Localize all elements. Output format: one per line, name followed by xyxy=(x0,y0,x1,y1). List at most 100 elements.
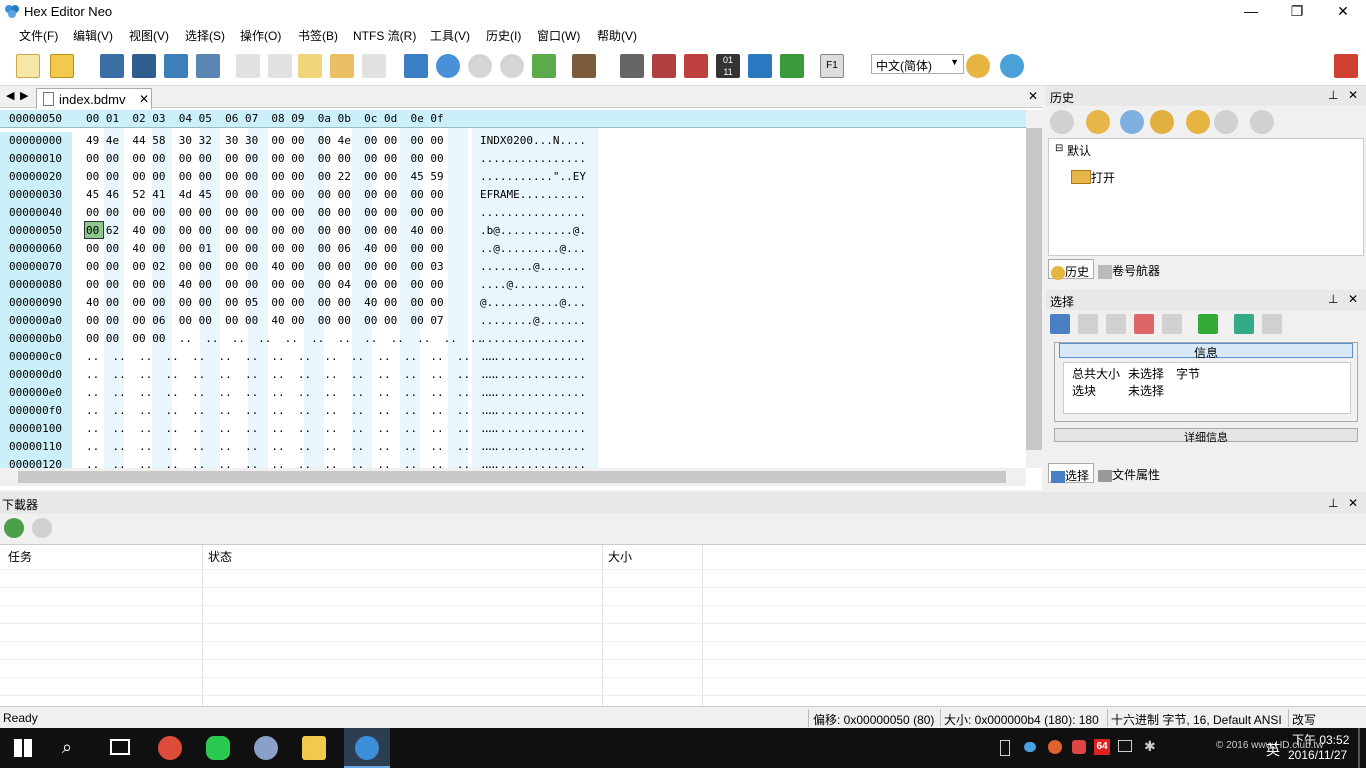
row-ascii[interactable]: ................ xyxy=(480,384,586,402)
tab-file-properties[interactable]: 文件属性 xyxy=(1096,463,1176,483)
tab-left-arrow-icon[interactable]: ◀ xyxy=(6,89,14,102)
row-ascii[interactable]: ................ xyxy=(480,330,586,348)
row-hex[interactable]: 00 00 00 00 40 00 00 00 00 00 00 04 00 0… xyxy=(86,276,444,294)
tray-app2-icon[interactable] xyxy=(1072,740,1086,754)
row-ascii[interactable]: ................ xyxy=(480,420,586,438)
tab-history[interactable]: 历史 xyxy=(1048,259,1094,280)
select-export-icon[interactable] xyxy=(1262,314,1282,334)
show-desktop[interactable] xyxy=(1358,728,1360,768)
tab-close-icon[interactable]: ✕ xyxy=(139,92,149,106)
tab-selection[interactable]: 选择 xyxy=(1048,463,1094,483)
pin-icon[interactable]: ⊥ xyxy=(1328,88,1338,102)
row-ascii[interactable]: ................ xyxy=(480,402,586,420)
select-pattern-icon[interactable] xyxy=(1162,314,1182,334)
download-remove-icon[interactable] xyxy=(32,518,52,538)
paint-icon[interactable] xyxy=(254,736,278,760)
globe-add-icon[interactable] xyxy=(966,54,990,78)
select-all-icon[interactable] xyxy=(1050,314,1070,334)
history-item-open[interactable]: 打开 xyxy=(1091,169,1115,186)
open-folder-icon[interactable] xyxy=(50,54,74,78)
tree-collapse-icon[interactable]: ⊟ xyxy=(1055,143,1063,154)
select-import-icon[interactable] xyxy=(1234,314,1254,334)
monitor-icon[interactable] xyxy=(1118,740,1132,752)
structure-icon[interactable] xyxy=(684,54,708,78)
bluetooth-icon[interactable]: ✱ xyxy=(1144,738,1156,755)
goto-icon[interactable] xyxy=(404,54,428,78)
tray-badge-64[interactable]: 64 xyxy=(1094,739,1110,755)
row-hex[interactable]: 00 00 00 00 00 00 00 00 00 00 00 00 00 0… xyxy=(86,204,444,222)
tab-index-bdmv[interactable]: index.bdmv ✕ xyxy=(36,88,152,109)
row-ascii[interactable]: INDX0200...N.... xyxy=(480,132,586,150)
tab-close-all-icon[interactable]: ✕ xyxy=(1028,89,1038,103)
columns-icon[interactable] xyxy=(572,54,596,78)
menu-view[interactable]: 视图(V) xyxy=(129,27,169,44)
tab-right-arrow-icon[interactable]: ▶ xyxy=(20,89,28,102)
select-check-icon[interactable] xyxy=(1198,314,1218,334)
history-back-icon[interactable] xyxy=(1050,110,1074,134)
row-hex[interactable]: 40 00 00 00 00 00 00 05 00 00 00 00 40 0… xyxy=(86,294,444,312)
maximize-button[interactable]: ❐ xyxy=(1274,0,1320,24)
tray-app-icon[interactable] xyxy=(1048,740,1062,754)
history-tree[interactable]: ⊟ 默认 打开 xyxy=(1048,138,1364,256)
horizontal-scrollbar[interactable] xyxy=(0,468,1026,486)
menu-bookmark[interactable]: 书签(B) xyxy=(298,27,338,44)
history-branch-icon[interactable] xyxy=(1120,110,1144,134)
select-none-icon[interactable] xyxy=(1078,314,1098,334)
row-hex[interactable]: 00 00 40 00 00 01 00 00 00 00 00 06 40 0… xyxy=(86,240,444,258)
scroll-thumb[interactable] xyxy=(1026,128,1042,450)
copy-icon[interactable] xyxy=(362,54,386,78)
row-ascii[interactable]: ..........."..EY xyxy=(480,168,586,186)
undo-icon[interactable] xyxy=(236,54,260,78)
menu-history[interactable]: 历史(I) xyxy=(486,27,521,44)
menu-file[interactable]: 文件(F) xyxy=(19,27,58,44)
history-clock-icon[interactable] xyxy=(1086,110,1110,134)
binary-icon[interactable]: 01 11 xyxy=(716,54,740,78)
row-hex[interactable]: .. .. .. .. .. .. .. .. .. .. .. .. .. .… xyxy=(86,384,497,402)
save-icon[interactable] xyxy=(100,54,124,78)
language-select[interactable]: 中文(简体) ▼ xyxy=(871,54,964,74)
history-remove-icon[interactable] xyxy=(1214,110,1238,134)
file-explorer-icon[interactable] xyxy=(302,736,326,760)
row-ascii[interactable]: ................ xyxy=(480,438,586,456)
start-icon[interactable] xyxy=(14,739,32,757)
row-hex[interactable]: 00 00 00 00 .. .. .. .. .. .. .. .. .. .… xyxy=(86,330,483,348)
app-brand-icon[interactable] xyxy=(1334,54,1358,78)
save-as-icon[interactable] xyxy=(132,54,156,78)
row-ascii[interactable]: ........@....... xyxy=(480,312,586,330)
menu-tools[interactable]: 工具(V) xyxy=(430,27,470,44)
replace-icon[interactable] xyxy=(500,54,524,78)
menu-edit[interactable]: 编辑(V) xyxy=(73,27,113,44)
column-status[interactable]: 状态 xyxy=(208,548,232,565)
row-ascii[interactable]: ................ xyxy=(480,348,586,366)
row-ascii[interactable]: .b@...........@. xyxy=(480,222,586,240)
menu-select[interactable]: 选择(S) xyxy=(185,27,225,44)
history-sync-icon[interactable] xyxy=(1150,110,1174,134)
row-hex[interactable]: 45 46 52 41 4d 45 00 00 00 00 00 00 00 0… xyxy=(86,186,444,204)
panel-close-icon[interactable]: ✕ xyxy=(1348,88,1358,102)
menu-operation[interactable]: 操作(O) xyxy=(240,27,281,44)
line-icon[interactable] xyxy=(206,736,230,760)
chrome-icon[interactable] xyxy=(158,736,182,760)
column-size[interactable]: 大小 xyxy=(608,548,632,565)
clock-date[interactable]: 2016/11/27 xyxy=(1288,748,1347,762)
row-ascii[interactable]: ................ xyxy=(480,366,586,384)
hscroll-thumb[interactable] xyxy=(18,471,1006,483)
history-root[interactable]: 默认 xyxy=(1067,142,1091,159)
onedrive-icon[interactable] xyxy=(1024,742,1036,752)
globe-icon[interactable] xyxy=(1000,54,1024,78)
row-hex[interactable]: 00 00 00 02 00 00 00 00 40 00 00 00 00 0… xyxy=(86,258,444,276)
clock-time[interactable]: 下午 03:52 xyxy=(1292,731,1349,748)
row-hex[interactable]: 49 4e 44 58 30 32 30 30 00 00 00 4e 00 0… xyxy=(86,132,444,150)
search-icon[interactable]: ⌕ xyxy=(62,737,72,758)
pattern-icon[interactable] xyxy=(532,54,556,78)
row-hex[interactable]: 00 00 00 00 00 00 00 00 00 00 00 00 00 0… xyxy=(86,150,444,168)
panel-close-icon[interactable]: ✕ xyxy=(1348,496,1358,510)
history-clear-icon[interactable] xyxy=(1250,110,1274,134)
pin-icon[interactable]: ⊥ xyxy=(1328,496,1338,510)
task-view-icon[interactable] xyxy=(110,739,130,755)
pin-icon[interactable]: ⊥ xyxy=(1328,292,1338,306)
downloader-list[interactable] xyxy=(0,544,1366,707)
close-button[interactable]: ✕ xyxy=(1320,0,1366,24)
info-header[interactable]: 信息 xyxy=(1059,343,1353,360)
row-hex[interactable]: .. .. .. .. .. .. .. .. .. .. .. .. .. .… xyxy=(86,420,497,438)
